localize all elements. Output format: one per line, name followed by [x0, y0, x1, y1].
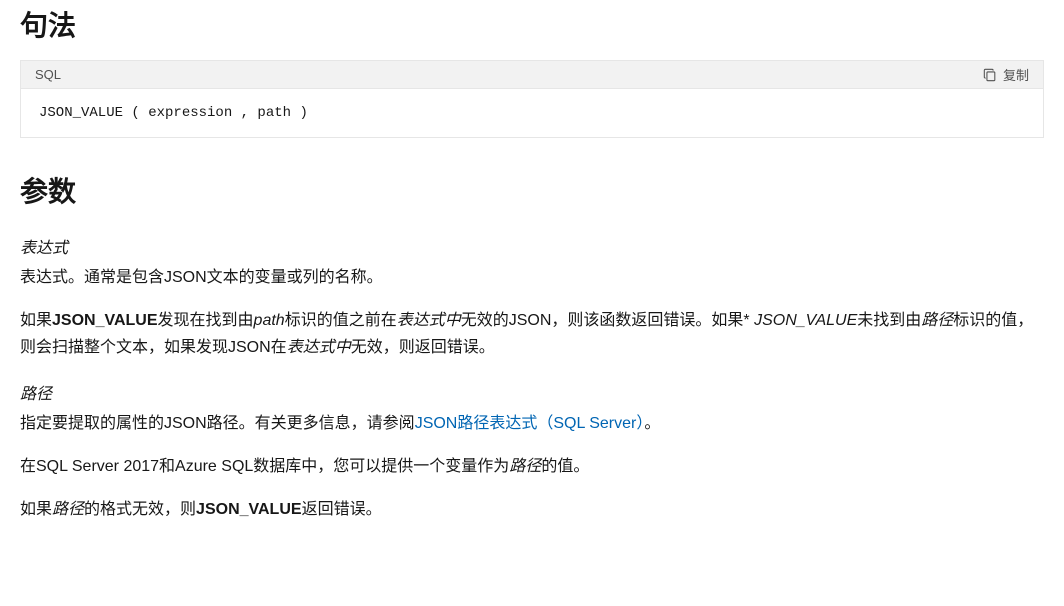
code-lang-label: SQL [35, 67, 61, 82]
param-expression-desc: 表达式。通常是包含JSON文本的变量或列的名称。 [20, 264, 1044, 291]
code-block: SQL 复制 JSON_VALUE ( expression , path ) [20, 60, 1044, 138]
copy-label: 复制 [1003, 65, 1029, 84]
copy-button[interactable]: 复制 [983, 65, 1029, 84]
param-path-desc: 指定要提取的属性的JSON路径。有关更多信息，请参阅JSON路径表达式（SQL … [20, 410, 1044, 437]
params-heading: 参数 [20, 170, 1044, 210]
param-path-name: 路径 [20, 380, 1044, 404]
param-expression-note: 如果JSON_VALUE发现在找到由path标识的值之前在表达式中无效的JSON… [20, 307, 1044, 361]
copy-icon [983, 68, 997, 82]
code-header: SQL 复制 [21, 61, 1043, 89]
code-content: JSON_VALUE ( expression , path ) [21, 89, 1043, 137]
param-path-p2: 在SQL Server 2017和Azure SQL数据库中，您可以提供一个变量… [20, 453, 1044, 480]
params-section: 参数 表达式 表达式。通常是包含JSON文本的变量或列的名称。 如果JSON_V… [20, 170, 1044, 523]
syntax-heading: 句法 [20, 4, 1044, 44]
json-path-link[interactable]: JSON路径表达式（SQL Server） [415, 415, 645, 432]
param-expression-name: 表达式 [20, 234, 1044, 258]
param-path-p3: 如果路径的格式无效，则JSON_VALUE返回错误。 [20, 496, 1044, 523]
